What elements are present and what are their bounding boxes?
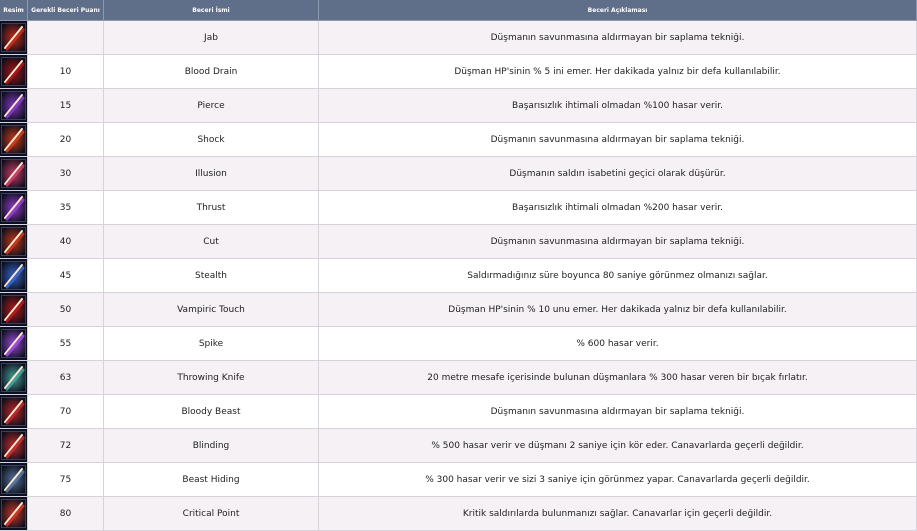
skill-name: Thrust: [103, 190, 319, 225]
skill-points: 35: [27, 190, 104, 225]
skill-points: 63: [27, 360, 104, 395]
table-row: 20 Shock Düşmanın savunmasına aldırmayan b…: [0, 122, 917, 157]
skill-description: Başarısızlık ihtimali olmadan %200 hasar…: [318, 190, 917, 225]
eye-icon: [1, 431, 26, 460]
skill-icon-cell: [0, 292, 28, 327]
table-row: 75 Beast Hiding% 300 hasar verir ve sizi …: [0, 462, 917, 497]
table-row: 35 Thrust Başarısızlık ihtimali olmadan %2…: [0, 190, 917, 225]
skill-points: 45: [27, 258, 104, 293]
skill-icon-cell: [0, 258, 28, 293]
beast-icon: [1, 397, 26, 426]
skill-points: 20: [27, 122, 104, 157]
table-row: 55 Spike% 600 hasar verir.: [0, 326, 917, 361]
blood-blade-icon: [1, 57, 26, 86]
header-name-column: Beceri İsmi: [103, 0, 319, 21]
knife-icon: [1, 363, 26, 392]
skill-name: Pierce: [103, 88, 319, 123]
skill-name: Spike: [103, 326, 319, 361]
skill-description: Düşmanın saldırı isabetini geçici olarak…: [318, 156, 917, 191]
skill-icon-cell: [0, 428, 28, 463]
table-row: 80 Critical Point Kritik saldırılarda bulu…: [0, 496, 917, 531]
purple-spike-icon: [1, 329, 26, 358]
skill-name: Shock: [103, 122, 319, 157]
skill-name: Bloody Beast: [103, 394, 319, 429]
purple-pierce-icon: [1, 91, 26, 120]
skill-description: Düşman HP'sinin % 10 unu emer. Her dakik…: [318, 292, 917, 327]
skill-icon-cell: [0, 88, 28, 123]
skill-points: 15: [27, 88, 104, 123]
skill-icon-cell: [0, 122, 28, 157]
skill-description: Başarısızlık ihtimali olmadan %100 hasar…: [318, 88, 917, 123]
skill-icon-cell: [0, 54, 28, 89]
table-row: 10 Blood Drain Düşman HP'sinin % 5 ini eme…: [0, 54, 917, 89]
table-row: 72 Blinding% 500 hasar verir ve düşmanı 2…: [0, 428, 917, 463]
skill-description: Düşmanın savunmasına aldırmayan bir sapl…: [318, 394, 917, 429]
table-row: 50 Vampiric Touch Düşman HP'sinin % 10 unu…: [0, 292, 917, 327]
skill-points: 50: [27, 292, 104, 327]
skill-description: Düşman HP'sinin % 5 ini emer. Her dakika…: [318, 54, 917, 89]
skill-icon-cell: [0, 156, 28, 191]
table-row: 30 Illusion Düşmanın saldırı isabetini geç…: [0, 156, 917, 191]
skill-description: % 300 hasar verir ve sizi 3 saniye için …: [318, 462, 917, 497]
skill-name: Blood Drain: [103, 54, 319, 89]
skill-description: Düşmanın savunmasına aldırmayan bir sapl…: [318, 122, 917, 157]
skill-description: Düşmanın savunmasına aldırmayan bir sapl…: [318, 224, 917, 259]
skill-description: % 600 hasar verir.: [318, 326, 917, 361]
skill-icon-cell: [0, 190, 28, 225]
skill-description: Düşmanın savunmasına aldırmayan bir sapl…: [318, 20, 917, 55]
header-icon-column: Resim: [0, 0, 28, 21]
table-row: 70 Bloody Beast Düşmanın savunmasına aldır…: [0, 394, 917, 429]
table-row: 15 Pierce Başarısızlık ihtimali olmadan %1…: [0, 88, 917, 123]
skill-name: Cut: [103, 224, 319, 259]
table-row: Jab Düşmanın savunmasına aldırmayan bir s…: [0, 20, 917, 55]
skill-icon-cell: [0, 224, 28, 259]
pink-swirl-icon: [1, 159, 26, 188]
skill-name: Critical Point: [103, 496, 319, 531]
skill-description: Saldırmadığınız süre boyunca 80 saniye g…: [318, 258, 917, 293]
skill-name: Jab: [103, 20, 319, 55]
skill-name: Beast Hiding: [103, 462, 319, 497]
critical-point-icon: [1, 499, 26, 528]
skill-points: [27, 20, 104, 55]
skill-points: 80: [27, 496, 104, 531]
skill-points: 75: [27, 462, 104, 497]
skill-name: Illusion: [103, 156, 319, 191]
skill-icon-cell: [0, 462, 28, 497]
skill-name: Stealth: [103, 258, 319, 293]
skill-name: Vampiric Touch: [103, 292, 319, 327]
blue-stealth-icon: [1, 261, 26, 290]
table-header-row: Resim Gerekli Beceri Puanı Beceri İsmi B…: [0, 0, 917, 21]
skill-icon-cell: [0, 360, 28, 395]
skill-description: Kritik saldırılarda bulunmanızı sağlar. …: [318, 496, 917, 531]
skill-icon-cell: [0, 326, 28, 361]
skill-icon-cell: [0, 496, 28, 531]
table-row: 63 Throwing Knife 20 metre mesafe içerisin…: [0, 360, 917, 395]
skill-icon-cell: [0, 394, 28, 429]
skill-points: 70: [27, 394, 104, 429]
skill-points: 30: [27, 156, 104, 191]
skill-name: Blinding: [103, 428, 319, 463]
red-cut-icon: [1, 227, 26, 256]
skill-table: Resim Gerekli Beceri Puanı Beceri İsmi B…: [0, 0, 917, 531]
skill-points: 40: [27, 224, 104, 259]
table-row: 45 Stealth Saldırmadığınız süre boyunca 80…: [0, 258, 917, 293]
skill-description: % 500 hasar verir ve düşmanı 2 saniye iç…: [318, 428, 917, 463]
vampire-blade-icon: [1, 295, 26, 324]
header-desc-column: Beceri Açıklaması: [318, 0, 917, 21]
red-slash-icon: [1, 23, 26, 52]
skill-icon-cell: [0, 20, 28, 55]
table-row: 40 Cut Düşmanın savunmasına aldırmayan bir…: [0, 224, 917, 259]
header-points-column: Gerekli Beceri Puanı: [27, 0, 104, 21]
skill-description: 20 metre mesafe içerisinde bulunan düşma…: [318, 360, 917, 395]
purple-thrust-icon: [1, 193, 26, 222]
beast-hiding-icon: [1, 465, 26, 494]
skill-points: 72: [27, 428, 104, 463]
skill-name: Throwing Knife: [103, 360, 319, 395]
skill-points: 55: [27, 326, 104, 361]
red-shock-icon: [1, 125, 26, 154]
skill-points: 10: [27, 54, 104, 89]
